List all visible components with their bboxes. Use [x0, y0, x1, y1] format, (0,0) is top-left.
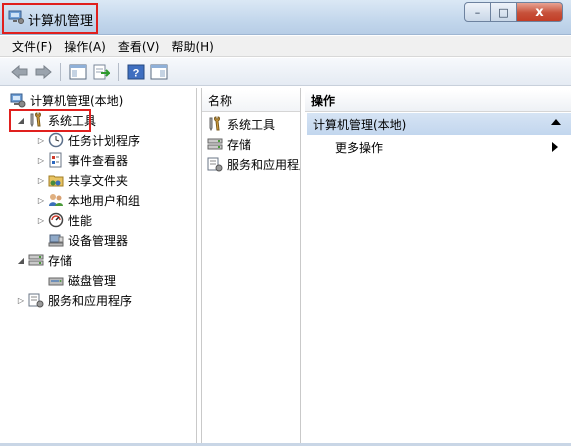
show-hide-console-tree-icon[interactable]	[68, 62, 88, 82]
menu-help[interactable]: 帮助(H)	[165, 38, 219, 55]
minimize-button[interactable]: –	[464, 2, 491, 22]
storage-icon	[207, 136, 223, 152]
tree-label: 事件查看器	[68, 153, 129, 168]
tree-item-device-manager[interactable]: 设备管理器	[48, 230, 128, 250]
tree-item-root[interactable]: 计算机管理(本地)	[10, 90, 123, 110]
disk-management-icon	[48, 272, 64, 288]
list-item-label: 服务和应用程序	[227, 157, 300, 172]
window-controls: – □ x	[464, 2, 563, 22]
menu-view[interactable]: 查看(V)	[112, 38, 166, 55]
more-actions-label: 更多操作	[335, 140, 384, 155]
tree-label: 任务计划程序	[68, 133, 141, 148]
event-log-icon	[48, 152, 64, 168]
list-item-label: 系统工具	[227, 117, 276, 132]
toolbar: ?	[0, 58, 571, 86]
tree-label: 磁盘管理	[68, 273, 117, 288]
action-pane: 操作 计算机管理(本地) 更多操作	[305, 88, 571, 446]
tree-item-task-scheduler[interactable]: ▷ 任务计划程序	[36, 130, 140, 150]
collapsed-arrow-icon[interactable]: ▷	[16, 295, 26, 305]
tree-label: 性能	[68, 213, 93, 228]
tools-icon	[207, 116, 223, 132]
collapsed-arrow-icon[interactable]: ▷	[36, 175, 46, 185]
shared-folder-icon	[48, 172, 64, 188]
action-section-computer-management[interactable]: 计算机管理(本地)	[307, 113, 571, 135]
performance-gauge-icon	[48, 212, 64, 228]
forward-arrow-icon[interactable]	[33, 62, 53, 82]
maximize-button[interactable]: □	[491, 2, 517, 22]
storage-icon	[28, 252, 44, 268]
submenu-arrow-icon	[552, 142, 558, 152]
console-tree: 计算机管理(本地) ◢ 系统工具 ▷ 任务计划程序 ▷ 事件查看器 ▷ 共享文件…	[6, 88, 197, 446]
menu-bar: 文件(F) 操作(A) 查看(V) 帮助(H)	[0, 36, 571, 57]
list-item-label: 存储	[227, 137, 252, 152]
menu-file[interactable]: 文件(F)	[6, 38, 58, 55]
tree-item-disk-management[interactable]: 磁盘管理	[48, 270, 116, 290]
tree-label: 服务和应用程序	[48, 293, 133, 308]
clock-icon	[48, 132, 64, 148]
tree-label: 本地用户和组	[68, 193, 141, 208]
tree-label: 设备管理器	[68, 233, 129, 248]
results-pane: 名称 系统工具 存储 服务和应用程序	[201, 88, 301, 446]
device-manager-icon	[48, 232, 64, 248]
back-arrow-icon[interactable]	[10, 62, 30, 82]
list-item[interactable]: 服务和应用程序	[207, 154, 300, 174]
services-icon	[207, 156, 223, 172]
menu-action[interactable]: 操作(A)	[58, 38, 112, 55]
users-icon	[48, 192, 64, 208]
tree-item-services-applications[interactable]: ▷ 服务和应用程序	[16, 290, 132, 310]
tree-label: 存储	[48, 253, 73, 268]
title-highlight-box	[2, 3, 98, 34]
toolbar-separator	[118, 62, 119, 81]
collapsed-arrow-icon[interactable]: ▷	[36, 135, 46, 145]
action-pane-header: 操作	[305, 90, 571, 112]
collapsed-arrow-icon[interactable]: ▷	[36, 215, 46, 225]
computer-management-icon	[10, 92, 26, 108]
help-icon[interactable]: ?	[126, 62, 146, 82]
collapse-up-icon[interactable]	[551, 119, 561, 125]
expanded-arrow-icon[interactable]: ◢	[16, 255, 26, 265]
collapsed-arrow-icon[interactable]: ▷	[36, 195, 46, 205]
show-hide-action-pane-icon[interactable]	[149, 62, 169, 82]
tree-label: 计算机管理(本地)	[30, 93, 124, 108]
list-item[interactable]: 存储	[207, 134, 251, 154]
computer-management-window: 计算机管理 – □ x 文件(F) 操作(A) 查看(V) 帮助(H) ? 计算…	[0, 0, 571, 446]
collapsed-arrow-icon[interactable]: ▷	[36, 155, 46, 165]
services-icon	[28, 292, 44, 308]
column-header-name[interactable]: 名称	[202, 90, 300, 112]
system-tools-highlight-box	[9, 109, 91, 132]
tree-item-performance[interactable]: ▷ 性能	[36, 210, 92, 230]
tree-item-storage[interactable]: ◢ 存储	[16, 250, 72, 270]
toolbar-separator	[60, 62, 61, 81]
close-button[interactable]: x	[517, 2, 563, 22]
tree-item-shared-folders[interactable]: ▷ 共享文件夹	[36, 170, 128, 190]
tree-item-local-users-groups[interactable]: ▷ 本地用户和组	[36, 190, 140, 210]
more-actions-item[interactable]: 更多操作	[335, 137, 571, 157]
export-list-icon[interactable]	[91, 62, 111, 82]
list-item[interactable]: 系统工具	[207, 114, 275, 134]
tree-label: 共享文件夹	[68, 173, 129, 188]
action-section-label: 计算机管理(本地)	[313, 117, 407, 132]
svg-text:?: ?	[133, 67, 140, 79]
tree-item-event-viewer[interactable]: ▷ 事件查看器	[36, 150, 128, 170]
